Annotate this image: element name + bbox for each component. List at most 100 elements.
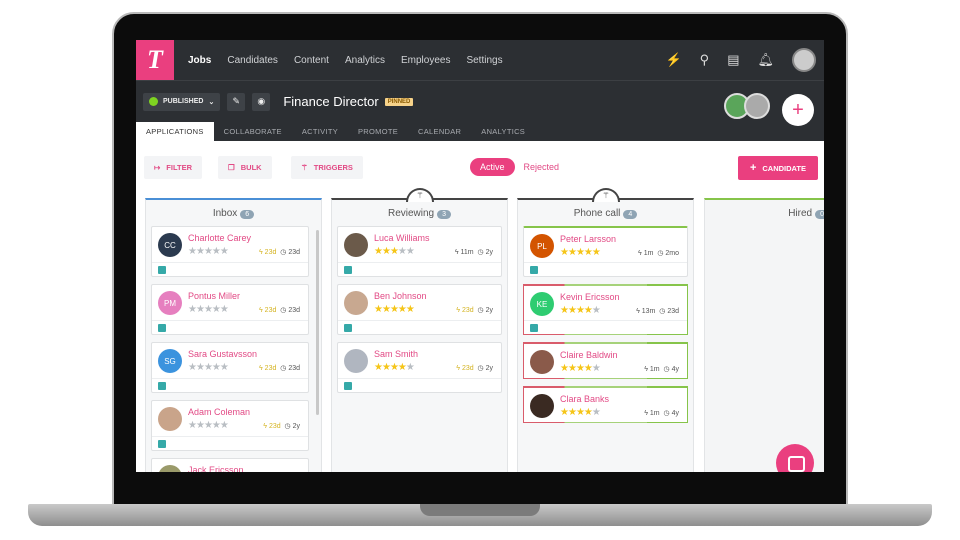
candidate-name[interactable]: Kevin Ericsson bbox=[560, 292, 620, 302]
star-icon: ★ bbox=[567, 407, 577, 418]
rating-stars[interactable]: ★★★★★ bbox=[188, 362, 229, 373]
candidate-name[interactable]: Clara Banks bbox=[560, 394, 609, 404]
clock-icon: ◷ bbox=[284, 423, 291, 430]
candidate-card[interactable]: Adam Coleman ★★★★★ ϟ 23d ◷ 2y bbox=[151, 400, 309, 451]
bulk-button[interactable]: ❐ BULK bbox=[218, 156, 272, 179]
bell-icon[interactable]: 🔔︎ bbox=[757, 52, 774, 68]
activity-time: 23d bbox=[461, 365, 474, 372]
candidate-card[interactable]: PL Peter Larsson ★★★★★ ϟ 1m ◷ 2mo bbox=[523, 226, 688, 277]
tab-promote[interactable]: PROMOTE bbox=[348, 122, 408, 141]
avatar: SG bbox=[158, 349, 182, 373]
rating-stars[interactable]: ★★★★★ bbox=[560, 305, 601, 316]
job-title: Finance Director bbox=[283, 94, 379, 109]
add-candidate-button[interactable]: + CANDIDATE bbox=[737, 156, 818, 180]
count-badge: 4 bbox=[623, 210, 638, 219]
rating-stars[interactable]: ★★★★★ bbox=[188, 246, 229, 257]
candidate-name[interactable]: Sam Smith bbox=[374, 349, 418, 359]
candidate-card[interactable]: KE Kevin Ericsson ★★★★★ ϟ 13m ◷ 23d bbox=[523, 284, 688, 335]
candidate-card[interactable]: Jack Ericsson ★★★★★ bbox=[151, 458, 309, 472]
tab-applications[interactable]: APPLICATIONS bbox=[136, 122, 214, 141]
nav-item-candidates[interactable]: Candidates bbox=[227, 55, 278, 66]
rating-stars[interactable]: ★★★★★ bbox=[560, 407, 601, 418]
avatar: PL bbox=[530, 234, 554, 258]
lightning-icon: ϟ bbox=[454, 249, 459, 256]
person-icon bbox=[158, 382, 166, 390]
candidate-name[interactable]: Charlotte Carey bbox=[188, 233, 251, 243]
rejected-tab[interactable]: Rejected bbox=[524, 162, 560, 172]
search-icon[interactable]: ⚲ bbox=[700, 52, 710, 68]
edit-button[interactable]: ✎ bbox=[227, 92, 246, 111]
person-icon bbox=[344, 266, 352, 274]
nav-item-content[interactable]: Content bbox=[294, 55, 329, 66]
candidate-name[interactable]: Sara Gustavsson bbox=[188, 349, 257, 359]
lightning-icon: ϟ bbox=[644, 410, 648, 417]
card-meta: ϟ 23d ◷ 2y bbox=[456, 306, 493, 314]
rating-stars[interactable]: ★★★★★ bbox=[374, 304, 415, 315]
lightning-icon: ϟ bbox=[644, 366, 648, 373]
age-time: 4y bbox=[671, 366, 679, 373]
app-screen: T Jobs Candidates Content Analytics Employee… bbox=[136, 40, 824, 472]
collaborators[interactable] bbox=[724, 93, 770, 119]
tab-analytics[interactable]: ANALYTICS bbox=[471, 122, 535, 141]
candidate-card[interactable]: Luca Williams ★★★★★ ϟ 11m ◷ 2y bbox=[337, 226, 502, 277]
candidate-name[interactable]: Ben Johnson bbox=[374, 291, 427, 301]
filter-button[interactable]: ↦ FILTER bbox=[144, 156, 202, 179]
rating-stars[interactable]: ★★★★★ bbox=[188, 304, 229, 315]
rating-stars[interactable]: ★★★★★ bbox=[560, 247, 601, 258]
lightning-icon: ϟ bbox=[259, 365, 263, 372]
star-icon: ★ bbox=[188, 246, 197, 257]
rating-stars[interactable]: ★★★★★ bbox=[560, 363, 601, 374]
copy-icon: ❐ bbox=[228, 163, 235, 172]
nav-item-employees[interactable]: Employees bbox=[401, 55, 450, 66]
candidate-name[interactable]: Pontus Miller bbox=[188, 291, 240, 301]
candidate-name[interactable]: Adam Coleman bbox=[188, 407, 250, 417]
active-tab[interactable]: Active bbox=[470, 158, 515, 176]
status-dropdown[interactable]: PUBLISHED ⌄ bbox=[143, 92, 221, 111]
card-footer bbox=[152, 262, 308, 276]
candidate-card[interactable]: PM Pontus Miller ★★★★★ ϟ 23d ◷ 23d bbox=[151, 284, 309, 335]
card-meta: ϟ 1m ◷ 2mo bbox=[638, 249, 679, 257]
candidate-card[interactable]: Claire Baldwin ★★★★★ ϟ 1m ◷ 4y bbox=[523, 342, 688, 379]
magic-wand-icon[interactable]: ⚚ bbox=[406, 188, 434, 202]
candidate-card[interactable]: Ben Johnson ★★★★★ ϟ 23d ◷ 2y bbox=[337, 284, 502, 335]
lightning-icon[interactable]: ⚡ bbox=[665, 52, 681, 68]
nav-item-analytics[interactable]: Analytics bbox=[345, 55, 385, 66]
candidate-card[interactable]: Clara Banks ★★★★★ ϟ 1m ◷ 4y bbox=[523, 386, 688, 423]
activity-time: 1m bbox=[649, 410, 660, 417]
rating-stars[interactable]: ★★★★★ bbox=[188, 420, 229, 431]
candidate-name[interactable]: Peter Larsson bbox=[560, 234, 616, 244]
tab-activity[interactable]: ACTIVITY bbox=[292, 122, 348, 141]
triggers-button[interactable]: ⚚ TRIGGERS bbox=[291, 156, 363, 179]
add-collaborator-button[interactable]: + bbox=[782, 94, 814, 126]
candidate-name[interactable]: Jack Ericsson bbox=[188, 465, 244, 472]
candidate-name[interactable]: Claire Baldwin bbox=[560, 350, 618, 360]
rating-stars[interactable]: ★★★★★ bbox=[374, 362, 415, 373]
card-meta: ϟ 1m ◷ 4y bbox=[644, 365, 679, 373]
star-icon: ★ bbox=[405, 304, 415, 315]
star-icon: ★ bbox=[374, 362, 383, 373]
tab-collaborate[interactable]: COLLABORATE bbox=[214, 122, 292, 141]
star-icon: ★ bbox=[560, 407, 569, 418]
star-icon: ★ bbox=[188, 420, 197, 431]
store-icon[interactable]: ▤ bbox=[727, 52, 739, 68]
nav-item-settings[interactable]: Settings bbox=[466, 55, 502, 66]
clock-icon: ◷ bbox=[477, 249, 484, 256]
candidate-card[interactable]: Sam Smith ★★★★★ ϟ 23d ◷ 2y bbox=[337, 342, 502, 393]
person-icon bbox=[344, 382, 352, 390]
nav-item-jobs[interactable]: Jobs bbox=[188, 55, 211, 66]
activity-time: 1m bbox=[649, 366, 660, 373]
magic-wand-icon[interactable]: ⚚ bbox=[592, 188, 620, 202]
user-avatar[interactable] bbox=[792, 48, 816, 72]
scrollbar[interactable] bbox=[316, 230, 319, 415]
candidate-card[interactable]: SG Sara Gustavsson ★★★★★ ϟ 23d ◷ 23d bbox=[151, 342, 309, 393]
star-icon: ★ bbox=[575, 305, 585, 316]
rating-stars[interactable]: ★★★★★ bbox=[374, 246, 415, 257]
tab-calendar[interactable]: CALENDAR bbox=[408, 122, 471, 141]
candidate-card[interactable]: CC Charlotte Carey ★★★★★ ϟ 23d ◷ 23d bbox=[151, 226, 309, 277]
logo[interactable]: T bbox=[136, 40, 174, 80]
candidate-name[interactable]: Luca Williams bbox=[374, 233, 430, 243]
person-icon bbox=[530, 324, 538, 332]
star-icon: ★ bbox=[203, 362, 213, 373]
preview-button[interactable]: ◉ bbox=[252, 92, 271, 111]
plus-icon: + bbox=[749, 162, 757, 174]
